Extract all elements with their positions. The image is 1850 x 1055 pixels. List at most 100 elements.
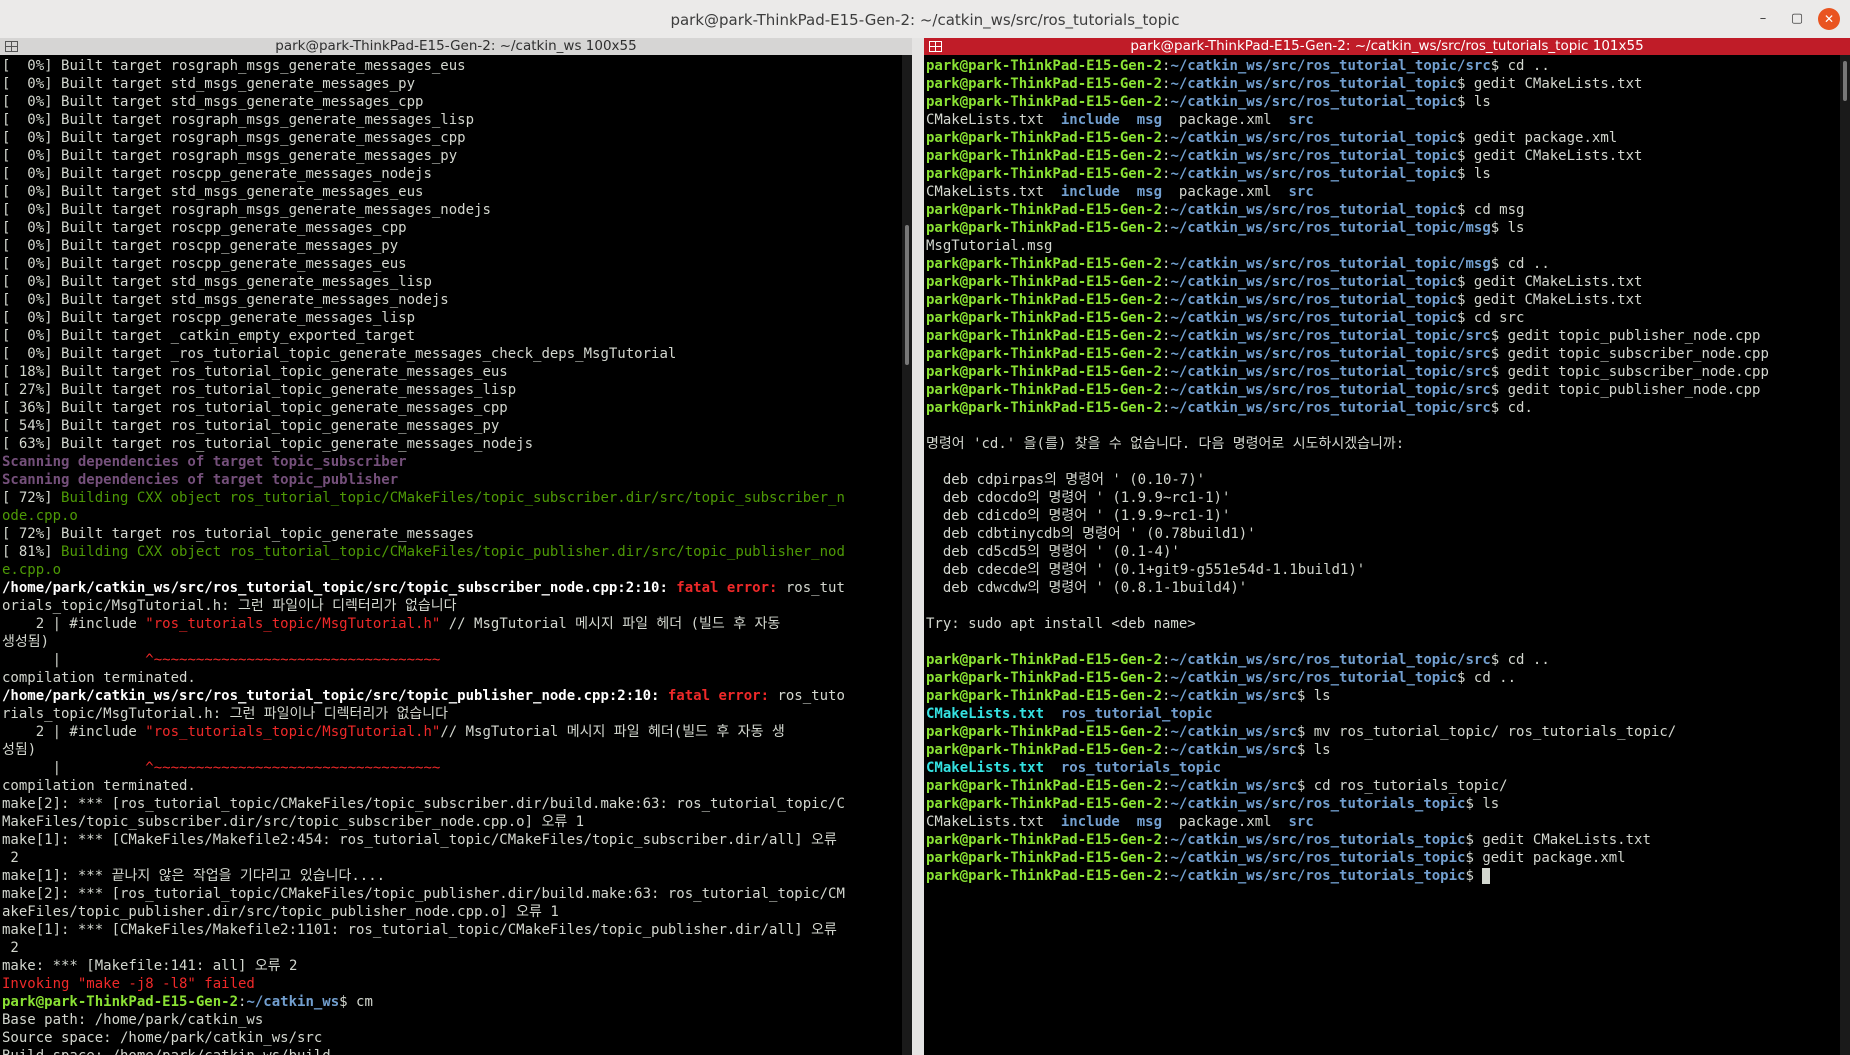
terminal-line: [ 27%] Built target ros_tutorial_topic_g… [2,381,900,399]
terminal-text: $ gedit package.xml [1465,850,1626,866]
terminal-text: ~/catkin_ws/src/ros_tutorial_topic [1170,310,1458,326]
terminal-text: fatal error: [667,688,778,704]
terminal-text: [ 0%] [2,256,62,272]
terminal-text: deb cdwcdw의 명령어 ' (0.8.1-1build4)' [926,580,1248,596]
terminal-text: [ 72%] [2,526,62,542]
terminal-text: park@park-ThinkPad-E15-Gen-2 [926,742,1163,758]
terminal-text: Built target ros_tutorial_topic_generate… [61,364,508,380]
split-pane-icon[interactable] [929,41,942,52]
terminal-text: Built target std_msgs_generate_messages_… [61,184,424,200]
terminal-text: Built target roscpp_generate_messages_no… [61,166,432,182]
pane-title-bar-left[interactable]: park@park-ThinkPad-E15-Gen-2: ~/catkin_w… [0,38,912,55]
terminal-line: 생성됨) [2,633,900,651]
terminal-text: $ mv ros_tutorial_topic/ ros_tutorials_t… [1296,724,1677,740]
terminal-text: $ gedit CMakeLists.txt [1457,292,1643,308]
close-button[interactable]: ✕ [1818,8,1840,30]
terminal-line: [ 0%] Built target roscpp_generate_messa… [2,165,900,183]
terminal-line: [ 72%] Building CXX object ros_tutorial_… [2,489,900,507]
terminal-line: deb cdpirpas의 명령어 ' (0.10-7)' [926,471,1838,489]
terminal-text: park@park-ThinkPad-E15-Gen-2 [926,796,1163,812]
window-title: park@park-ThinkPad-E15-Gen-2: ~/catkin_w… [670,11,1180,29]
terminal-pane-right[interactable]: park@park-ThinkPad-E15-Gen-2: ~/catkin_w… [924,38,1850,1055]
terminal-line: | ^~~~~~~~~~~~~~~~~~~~~~~~~~~~~~~~~~~ [2,759,900,777]
pane-divider[interactable] [912,38,924,1055]
terminal-text: CMakeLists.txt [926,184,1061,200]
terminal-text: package.xml [1162,112,1289,128]
terminal-text: park@park-ThinkPad-E15-Gen-2 [926,274,1163,290]
terminal-text: [ 0%] [2,58,62,74]
terminal-line: make[2]: *** [ros_tutorial_topic/CMakeFi… [2,885,900,903]
terminal-text: ~/catkin_ws/src/ros_tutorials_topic [1170,832,1466,848]
terminal-line: [ 0%] Built target std_msgs_generate_mes… [2,273,900,291]
terminal-text: [ 0%] [2,238,62,254]
terminal-text: Invoking "make -j8 -l8" failed [2,976,255,992]
terminal-text: make[2]: *** [ros_tutorial_topic/CMakeFi… [2,796,845,812]
terminal-text: Scanning dependencies of target topic_su… [2,454,407,470]
terminal-text: park@park-ThinkPad-E15-Gen-2 [926,310,1163,326]
split-pane-icon[interactable] [5,41,18,52]
terminal-line: Source space: /home/park/catkin_ws/src [2,1029,900,1047]
terminal-text: make[1]: *** [CMakeFiles/Makefile2:454: … [2,832,837,848]
pane-title-bar-right[interactable]: park@park-ThinkPad-E15-Gen-2: ~/catkin_w… [924,38,1850,55]
terminal-text: park@park-ThinkPad-E15-Gen-2 [926,256,1163,272]
terminal-line: park@park-ThinkPad-E15-Gen-2:~/catkin_ws… [926,129,1838,147]
terminal-text: Built target ros_tutorial_topic_generate… [61,400,508,416]
terminal-text: park@park-ThinkPad-E15-Gen-2 [926,166,1163,182]
terminal-line: MsgTutorial.msg [926,237,1838,255]
terminal-text: ~/catkin_ws/src [1170,778,1297,794]
terminal-text: [ 0%] [2,184,62,200]
terminal-text: Built target ros_tutorial_topic_generate… [61,418,500,434]
minimize-button[interactable]: – [1752,8,1774,30]
terminal-line: deb cdicdo의 명령어 ' (1.9.9~rc1-1)' [926,507,1838,525]
terminal-text: deb cdicdo의 명령어 ' (1.9.9~rc1-1)' [926,508,1231,524]
terminal-text: CMakeLists.txt [926,760,1045,776]
terminal-text: Built target ros_tutorial_topic_generate… [61,382,517,398]
scrollbar-right[interactable] [1840,55,1850,1055]
window-titlebar[interactable]: park@park-ThinkPad-E15-Gen-2: ~/catkin_w… [0,0,1850,39]
terminal-text: Built target roscpp_generate_messages_eu… [61,256,407,272]
scrollbar-thumb-left[interactable] [905,225,909,365]
terminal-text: Built target std_msgs_generate_messages_… [61,274,432,290]
terminal-text: rials_topic/MsgTutorial.h: 그런 파일이나 디렉터리가… [2,706,449,722]
scrollbar-thumb-right[interactable] [1843,61,1847,101]
terminal-text: deb cd5cd5의 명령어 ' (0.1-4)' [926,544,1180,560]
terminal-output-right[interactable]: park@park-ThinkPad-E15-Gen-2:~/catkin_ws… [926,57,1838,885]
terminal-text: 성됨) [2,742,37,758]
terminal-line: make[1]: *** [CMakeFiles/Makefile2:1101:… [2,921,900,939]
terminal-line: Scanning dependencies of target topic_pu… [2,471,900,489]
terminal-text: Built target ros_tutorial_topic_generate… [61,526,475,542]
terminal-line: Scanning dependencies of target topic_su… [2,453,900,471]
terminal-text: ~/catkin_ws/src/ros_tutorials_topic [1170,850,1466,866]
terminal-text: Built target std_msgs_generate_messages_… [61,292,449,308]
terminal-text: park@park-ThinkPad-E15-Gen-2 [926,148,1163,164]
terminal-text: park@park-ThinkPad-E15-Gen-2 [926,202,1163,218]
terminal-text: include [1060,112,1120,128]
terminal-line: deb cdocdo의 명령어 ' (1.9.9~rc1-1)' [926,489,1838,507]
terminal-text: deb cdpirpas의 명령어 ' (0.10-7)' [926,472,1206,488]
terminal-text: | [2,760,146,776]
maximize-button[interactable]: ▢ [1786,8,1808,30]
terminal-text: fatal error: [676,580,786,596]
terminal-line: Try: sudo apt install <deb name> [926,615,1838,633]
terminal-line: park@park-ThinkPad-E15-Gen-2:~/catkin_ws… [926,165,1838,183]
terminal-text: park@park-ThinkPad-E15-Gen-2 [926,850,1163,866]
terminal-line: make: *** [Makefile:141: all] 오류 2 [2,957,900,975]
terminal-text: [ 0%] [2,310,62,326]
terminal-text: [ 0%] [2,274,62,290]
terminal-text: src [1288,814,1314,830]
terminal-text: ~/catkin_ws/src/ros_tutorial_topic [1170,76,1458,92]
scrollbar-left[interactable] [902,55,912,1055]
terminal-text: $ cd ros_tutorials_topic/ [1296,778,1508,794]
terminal-text: make[1]: *** 끝나지 않은 작업을 기다리고 있습니다.... [2,868,386,884]
terminal-line: [ 0%] Built target roscpp_generate_messa… [2,255,900,273]
terminal-text: ~/catkin_ws/src/ros_tutorial_topic [1170,94,1458,110]
terminal-output-left[interactable]: [ 0%] Built target rosgraph_msgs_generat… [2,57,900,1055]
terminal-text: ~/catkin_ws/src/ros_tutorial_topic/src [1170,652,1491,668]
terminal-text: $ [1465,868,1483,884]
terminal-text: Built target rosgraph_msgs_generate_mess… [61,130,466,146]
terminal-pane-left[interactable]: park@park-ThinkPad-E15-Gen-2: ~/catkin_w… [0,38,912,1055]
terminal-line: park@park-ThinkPad-E15-Gen-2:~/catkin_ws… [926,255,1838,273]
